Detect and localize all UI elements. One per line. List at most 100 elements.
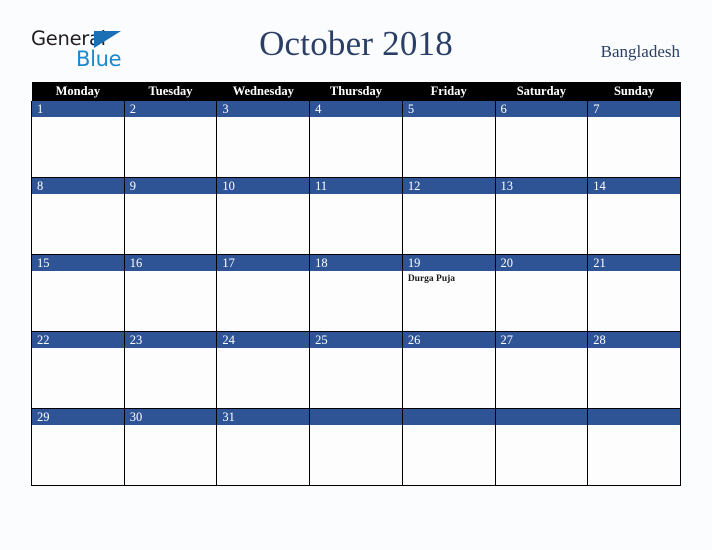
calendar-day-cell[interactable]: 1 <box>31 101 125 178</box>
day-cell-inner: 26 <box>402 332 495 408</box>
calendar-day-cell[interactable] <box>401 408 496 486</box>
calendar-day-cell[interactable]: 8 <box>31 177 125 255</box>
day-cell-inner: 8 <box>32 178 124 254</box>
day-cell-inner: 15 <box>32 255 124 331</box>
day-events: Durga Puja <box>403 271 495 285</box>
weekday-header-saturday: Saturday <box>495 82 588 101</box>
calendar-page: General Blue October 2018 Bangladesh Mon… <box>0 0 712 550</box>
day-number <box>588 409 680 425</box>
calendar-day-cell[interactable]: 12 <box>401 177 496 255</box>
calendar-day-cell[interactable]: 22 <box>31 331 125 409</box>
calendar-day-cell[interactable] <box>494 408 589 486</box>
day-cell-inner: 24 <box>217 332 310 408</box>
day-number: 30 <box>124 409 217 425</box>
day-number: 31 <box>217 409 310 425</box>
day-cell-inner: 23 <box>124 332 217 408</box>
calendar-day-cell[interactable]: 24 <box>216 331 311 409</box>
day-cell-inner: 28 <box>588 332 680 408</box>
calendar-day-cell[interactable]: 10 <box>216 177 311 255</box>
day-number: 17 <box>217 255 310 271</box>
calendar-table: Monday Tuesday Wednesday Thursday Friday Satu… <box>31 82 681 486</box>
calendar-day-cell[interactable]: 21 <box>587 254 681 332</box>
day-number: 11 <box>310 178 402 194</box>
day-number: 5 <box>402 101 495 117</box>
day-number: 18 <box>310 255 402 271</box>
calendar-day-cell[interactable]: 3 <box>216 101 311 178</box>
day-cell-inner: 18 <box>310 255 402 331</box>
weekday-header-friday: Friday <box>402 82 496 101</box>
day-cell-inner: 16 <box>124 255 217 331</box>
day-cell-inner: 20 <box>495 255 588 331</box>
day-number: 2 <box>124 101 217 117</box>
calendar-day-cell[interactable]: 14 <box>587 177 681 255</box>
day-cell-inner: 22 <box>32 332 124 408</box>
day-number: 15 <box>32 255 124 271</box>
calendar-day-cell[interactable]: 15 <box>31 254 125 332</box>
day-cell-inner: 6 <box>495 101 588 177</box>
day-number: 4 <box>310 101 402 117</box>
calendar-week-row: 15 16 17 18 19 Durga Puja 20 21 <box>31 254 681 332</box>
day-cell-inner: 27 <box>495 332 588 408</box>
day-cell-inner <box>495 409 588 485</box>
calendar-day-cell[interactable]: 4 <box>309 101 403 178</box>
calendar-week-row: 8 9 10 11 12 13 14 <box>31 177 681 255</box>
calendar-day-cell[interactable]: 5 <box>401 101 496 178</box>
day-cell-inner <box>310 409 402 485</box>
day-number: 14 <box>588 178 680 194</box>
calendar-day-cell[interactable]: 20 <box>494 254 589 332</box>
country-label: Bangladesh <box>600 42 680 61</box>
day-cell-inner: 14 <box>588 178 680 254</box>
calendar-day-cell[interactable]: 7 <box>587 101 681 178</box>
day-cell-inner: 2 <box>124 101 217 177</box>
calendar-day-cell[interactable]: 27 <box>494 331 589 409</box>
day-number: 7 <box>588 101 680 117</box>
calendar-day-cell[interactable]: 26 <box>401 331 496 409</box>
calendar-day-cell[interactable]: 16 <box>123 254 218 332</box>
day-number <box>495 409 588 425</box>
calendar-day-cell[interactable]: 30 <box>123 408 218 486</box>
day-cell-inner: 12 <box>402 178 495 254</box>
calendar-week-row: 22 23 24 25 26 27 28 <box>31 331 681 409</box>
day-cell-inner <box>588 409 680 485</box>
day-number: 29 <box>32 409 124 425</box>
day-cell-inner: 21 <box>588 255 680 331</box>
day-number: 19 <box>402 255 495 271</box>
weekday-header-wednesday: Wednesday <box>216 82 310 101</box>
day-number: 8 <box>32 178 124 194</box>
calendar-day-cell[interactable]: 13 <box>494 177 589 255</box>
calendar-day-cell[interactable]: 18 <box>309 254 403 332</box>
day-cell-inner: 25 <box>310 332 402 408</box>
calendar-week-row: 1234567 <box>31 101 681 178</box>
calendar-day-cell[interactable]: 28 <box>587 331 681 409</box>
day-number: 27 <box>495 332 588 348</box>
calendar-day-cell[interactable]: 25 <box>309 331 403 409</box>
day-number: 23 <box>124 332 217 348</box>
calendar-day-cell[interactable]: 6 <box>494 101 589 178</box>
day-number: 9 <box>124 178 217 194</box>
day-number <box>310 409 402 425</box>
calendar-day-cell[interactable]: 19 Durga Puja <box>401 254 496 332</box>
calendar-day-cell[interactable]: 29 <box>31 408 125 486</box>
calendar-day-cell[interactable]: 31 <box>216 408 311 486</box>
weekday-header-sunday: Sunday <box>587 82 681 101</box>
calendar-day-cell[interactable] <box>587 408 681 486</box>
day-cell-inner: 4 <box>310 101 402 177</box>
day-number: 26 <box>402 332 495 348</box>
day-cell-inner: 17 <box>217 255 310 331</box>
day-cell-inner: 29 <box>32 409 124 485</box>
day-number: 28 <box>588 332 680 348</box>
day-number: 13 <box>495 178 588 194</box>
calendar-day-cell[interactable]: 11 <box>309 177 403 255</box>
day-number: 20 <box>495 255 588 271</box>
calendar-day-cell[interactable]: 9 <box>123 177 218 255</box>
weekday-header-monday: Monday <box>31 82 125 101</box>
day-cell-inner: 3 <box>217 101 310 177</box>
calendar-day-cell[interactable]: 23 <box>123 331 218 409</box>
calendar-day-cell[interactable]: 17 <box>216 254 311 332</box>
calendar-day-cell[interactable] <box>309 408 403 486</box>
day-number: 3 <box>217 101 310 117</box>
page-header: General Blue October 2018 Bangladesh <box>0 0 712 80</box>
weekday-header-thursday: Thursday <box>309 82 403 101</box>
calendar-day-cell[interactable]: 2 <box>123 101 218 178</box>
calendar-body: 1 2 3 4 5 6 7 8 9 10 11 12 13 14 15 16 17 18 19 Durga Puja 2… <box>31 101 681 486</box>
